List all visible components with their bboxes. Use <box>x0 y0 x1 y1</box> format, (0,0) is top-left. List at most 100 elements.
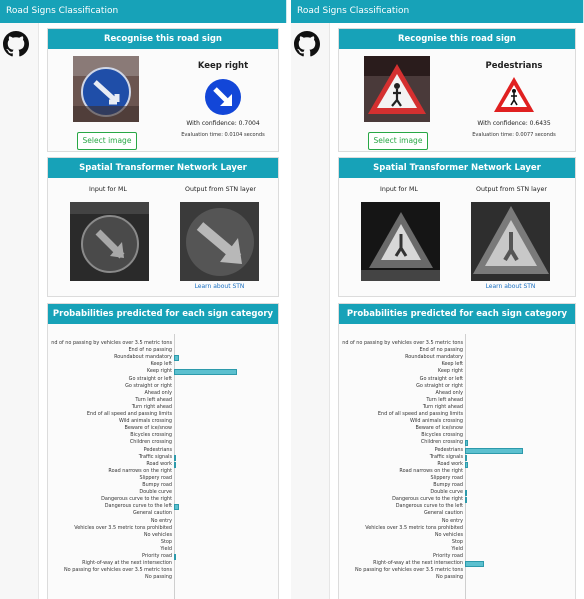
pedestrians-sign-icon <box>494 77 534 112</box>
category-label: Bumpy road <box>433 482 463 488</box>
select-image-button[interactable]: Select image <box>77 132 137 150</box>
category-label: Right-of-way at the next intersection <box>373 560 463 567</box>
category-label: Priority road <box>433 553 463 559</box>
eval-time-text: Evaluation time: 0.0104 seconds <box>181 132 265 138</box>
chart-row: Turn right ahead <box>48 404 174 411</box>
chart-row: Turn left ahead <box>48 397 174 404</box>
keep-right-sign-icon <box>205 79 241 115</box>
category-label: Children crossing <box>420 439 463 446</box>
chart-row: Keep right <box>339 368 465 375</box>
category-label: Turn right ahead <box>422 403 463 410</box>
category-label: Turn left ahead <box>426 396 463 403</box>
category-label: Keep left <box>441 361 463 368</box>
select-image-button[interactable]: Select image <box>368 132 428 150</box>
category-label: Go straight or left <box>128 375 172 382</box>
chart-row: Right-of-way at the next intersection <box>339 560 465 567</box>
ml-input-image <box>361 202 440 281</box>
chart-row: No passing for vehicles over 3.5 metric … <box>339 567 465 574</box>
category-label: Go straight or left <box>419 375 463 382</box>
prob-bar <box>465 454 467 461</box>
stn-output-image <box>180 202 259 281</box>
prob-bar <box>174 461 176 468</box>
chart-row: nd of no passing by vehicles over 3.5 me… <box>339 340 465 347</box>
category-label: End of no passing <box>419 347 463 354</box>
category-label: Bicycles crossing <box>130 432 172 439</box>
category-label: Keep right <box>437 368 463 375</box>
chart-row: Pedestrians <box>48 447 174 454</box>
chart-row: Yield <box>339 546 465 553</box>
chart-row: Beware of ice/snow <box>48 425 174 432</box>
app-header: Road Signs Classification <box>0 0 287 23</box>
category-label: Turn right ahead <box>131 403 172 410</box>
chart-row: No vehicles <box>339 532 465 539</box>
main-area: Recognise this road sign Pedestrians Wit <box>329 23 584 599</box>
stn-output-image <box>471 202 550 281</box>
chart-row: Slippery road <box>339 475 465 482</box>
chart-row: Children crossing <box>339 439 465 446</box>
category-label: Turn left ahead <box>135 396 172 403</box>
category-label: Wild animals crossing <box>409 418 463 425</box>
category-label: Pedestrians <box>143 446 172 453</box>
prob-bar <box>465 497 467 504</box>
chart-row: Slippery road <box>48 475 174 482</box>
category-label: Go straight or right <box>125 382 172 389</box>
probs-card: Probabilities predicted for each sign ca… <box>47 303 279 599</box>
prob-bar <box>465 440 468 447</box>
category-label: Dangerous curve to the right <box>101 496 172 503</box>
probs-card: Probabilities predicted for each sign ca… <box>338 303 576 599</box>
chart-row: Dangerous curve to the right <box>339 496 465 503</box>
app-header: Road Signs Classification <box>291 0 584 23</box>
chart-row: Ahead only <box>339 390 465 397</box>
chart-row: End of no passing <box>48 347 174 354</box>
category-label: No vehicles <box>143 531 172 538</box>
category-label: Wild animals crossing <box>118 418 172 425</box>
category-label: General caution <box>424 510 463 517</box>
chart-row: Road work <box>48 461 174 468</box>
prob-bar <box>174 554 176 560</box>
prediction-label: Keep right <box>197 61 249 71</box>
github-icon[interactable] <box>294 31 320 57</box>
prob-bar <box>174 504 180 511</box>
chart-row: Road narrows on the right <box>48 468 174 475</box>
chart-row: Road narrows on the right <box>339 468 465 475</box>
chart-row: Dangerous curve to the left <box>339 503 465 510</box>
category-label: Ahead only <box>435 389 463 396</box>
category-label: Children crossing <box>129 439 172 446</box>
learn-stn-link[interactable]: Learn about STN <box>180 283 259 290</box>
category-label: Roundabout mandatory <box>114 354 172 361</box>
eval-time-text: Evaluation time: 0.0077 seconds <box>472 132 556 138</box>
stn-title: Spatial Transformer Network Layer <box>48 158 278 178</box>
category-label: No passing <box>436 574 463 581</box>
prob-bar <box>465 447 523 454</box>
chart-row: Stop <box>48 539 174 546</box>
github-icon[interactable] <box>3 31 29 57</box>
prediction-label: Pedestrians <box>485 61 543 71</box>
chart-row: End of all speed and passing limits <box>48 411 174 418</box>
category-label: Beware of ice/snow <box>415 425 463 432</box>
chart-row: General caution <box>339 510 465 517</box>
category-label: Dangerous curve to the left <box>395 503 463 510</box>
chart-row: Go straight or right <box>48 383 174 390</box>
chart-row: Go straight or right <box>339 383 465 390</box>
probs-title: Probabilities predicted for each sign ca… <box>339 304 575 324</box>
input-for-ml-label: Input for ML <box>380 186 418 193</box>
chart-row: Priority road <box>339 553 465 560</box>
chart-row: Vehicles over 3.5 metric tons prohibited <box>339 525 465 532</box>
panel-left: Road Signs Classification Recognise this… <box>0 0 287 599</box>
input-image <box>364 56 430 122</box>
category-label: Roundabout mandatory <box>405 354 463 361</box>
panel-right: Road Signs Classification Recognise this… <box>291 0 584 599</box>
recognise-card: Recognise this road sign Pedestrians Wit <box>338 28 576 152</box>
output-stn-label: Output from STN layer <box>185 186 256 193</box>
chart-row: Turn right ahead <box>339 404 465 411</box>
category-label: Stop <box>160 538 172 545</box>
chart-row: General caution <box>48 510 174 517</box>
category-label: Double curve <box>430 489 463 496</box>
chart-row: Bicycles crossing <box>48 432 174 439</box>
category-label: Bumpy road <box>142 482 172 488</box>
learn-stn-link[interactable]: Learn about STN <box>471 283 550 290</box>
category-label: Vehicles over 3.5 metric tons prohibited <box>365 524 463 531</box>
chart-row: Wild animals crossing <box>48 418 174 425</box>
chart-row: Traffic signals <box>48 454 174 461</box>
category-label: Beware of ice/snow <box>124 425 172 432</box>
